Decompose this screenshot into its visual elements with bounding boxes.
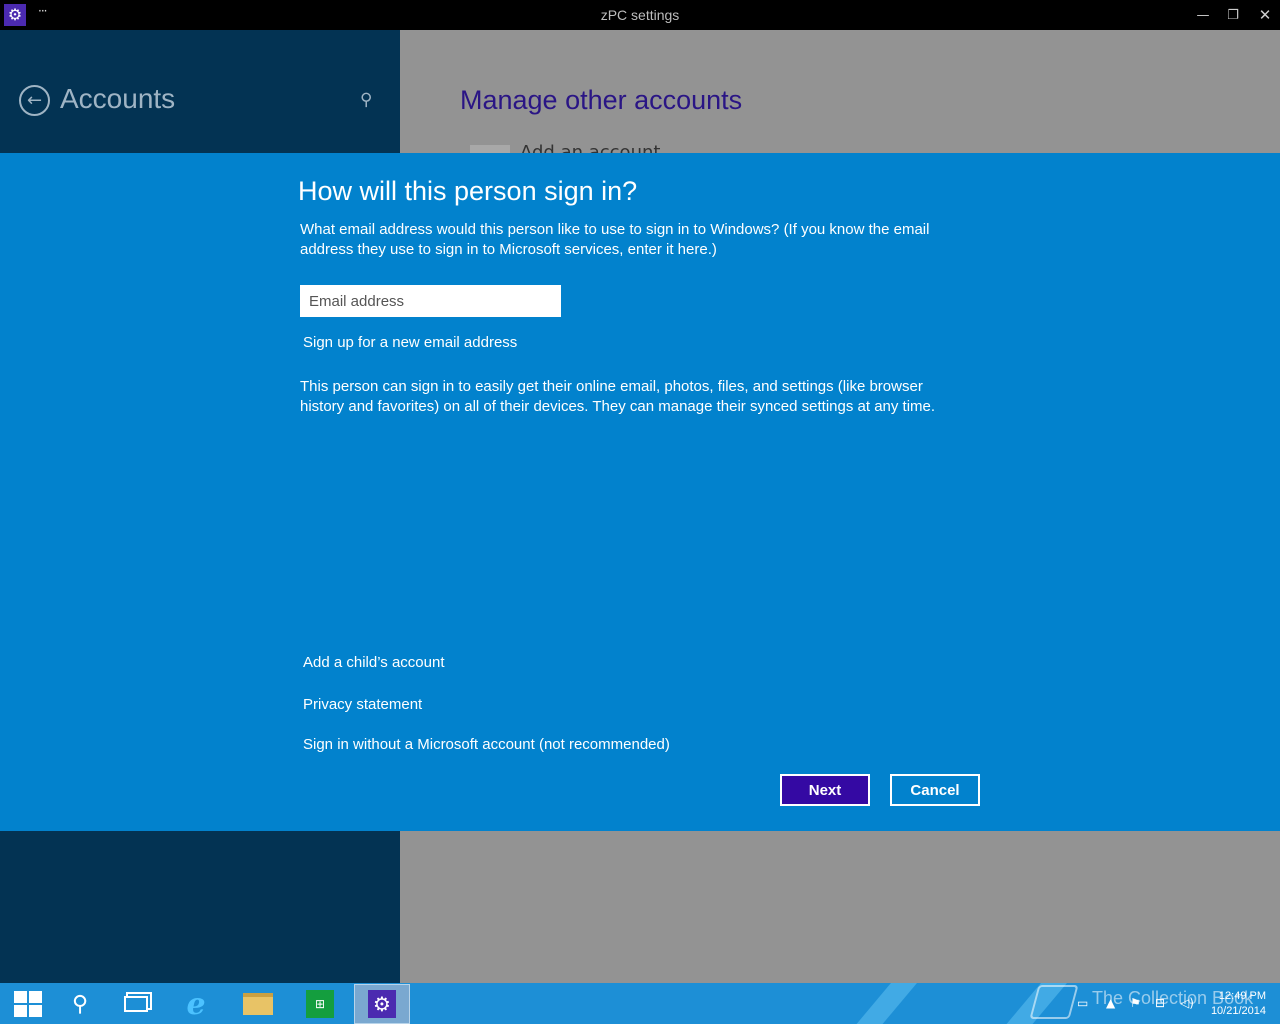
sign-in-dialog: How will this person sign in? What email… [0,153,1280,831]
dialog-description: What email address would this person lik… [300,221,930,258]
keyboard-icon[interactable]: ▭ [1077,996,1088,1010]
minimize-button[interactable]: — [1188,0,1218,30]
file-explorer-button[interactable] [230,984,286,1024]
network-icon[interactable]: ⊟ [1155,996,1165,1010]
taskbar: ⚲ e ⊞ ⚙ The Collection Book ▭ ▲ ⚑ ⊟ ◁) 1… [0,983,1280,1024]
taskbar-decoration [840,983,926,1024]
up-arrow-icon[interactable]: ▲ [1106,996,1115,1010]
volume-icon[interactable]: ◁) [1180,996,1194,1010]
search-icon: ⚲ [71,991,89,1017]
store-button[interactable]: ⊞ [292,984,348,1024]
flag-icon[interactable]: ⚑ [1130,996,1141,1010]
task-view-icon [124,996,148,1012]
sign-in-without-microsoft-account-link[interactable]: Sign in without a Microsoft account (not… [303,736,670,753]
internet-explorer-button[interactable]: e [168,984,224,1024]
sign-up-new-email-link[interactable]: Sign up for a new email address [303,334,517,351]
taskbar-search-button[interactable]: ⚲ [52,984,108,1024]
folder-icon [243,993,273,1015]
clock-time: 12:49 PM [1218,990,1266,1002]
windows-logo-icon [14,991,42,1017]
window-title: zPC settings [600,7,680,23]
dialog-info-text: This person can sign in to easily get th… [300,378,936,415]
store-icon: ⊞ [306,990,334,1018]
close-button[interactable]: ✕ [1250,0,1280,30]
privacy-statement-link[interactable]: Privacy statement [303,696,422,713]
settings-taskbar-button[interactable]: ⚙ [354,984,410,1024]
back-arrow-icon[interactable]: ← [19,85,50,116]
email-field[interactable] [300,285,561,317]
page-title: Accounts [60,83,176,114]
section-title: Manage other accounts [460,85,743,115]
title-bar: ⚙ ··· zPC settings — ❐ ✕ [0,0,1280,30]
task-view-button[interactable] [108,984,164,1024]
clock-date: 10/21/2014 [1210,1005,1266,1017]
search-icon[interactable]: ⚲ [360,90,372,110]
book-logo-icon [1029,985,1079,1019]
add-child-account-link[interactable]: Add a child’s account [303,654,444,671]
dialog-title: How will this person sign in? [298,176,638,206]
cancel-button[interactable]: Cancel [890,774,980,806]
restore-button[interactable]: ❐ [1218,0,1248,30]
next-button[interactable]: Next [780,774,870,806]
clock[interactable]: 12:49 PM 10/21/2014 [1200,989,1266,1019]
internet-explorer-icon: e [186,986,206,1022]
start-button[interactable] [0,984,56,1024]
gear-icon: ⚙ [368,990,396,1018]
